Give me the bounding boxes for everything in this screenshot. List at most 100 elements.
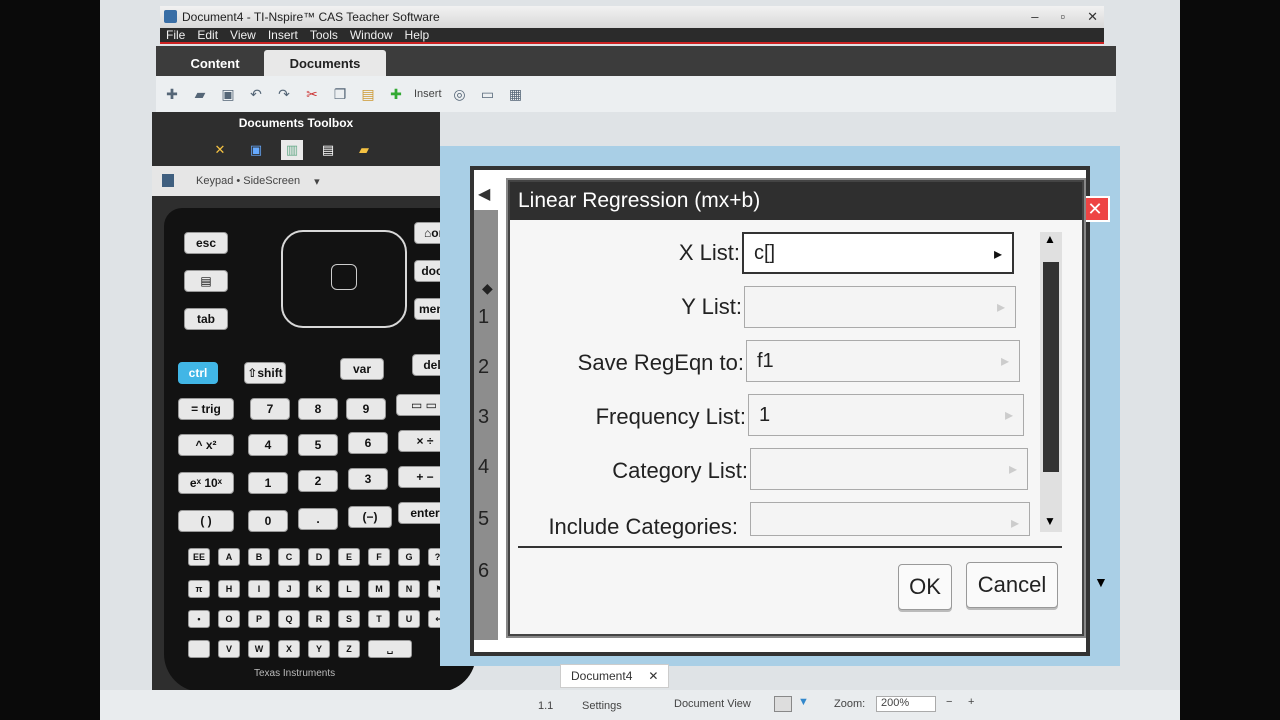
tools-icon[interactable]: ✕ [209, 140, 231, 160]
key-letter-q[interactable]: Q [278, 610, 300, 628]
folder-icon[interactable]: ▰ [353, 140, 375, 160]
cancel-button[interactable]: Cancel [966, 562, 1058, 608]
key-power[interactable]: ^ x² [178, 434, 234, 456]
page-layout-icon[interactable]: ▦ [506, 85, 526, 103]
close-tab-icon[interactable]: ✕ [648, 669, 658, 683]
scroll-down-icon[interactable]: ▼ [1044, 514, 1056, 528]
touchpad[interactable] [281, 230, 407, 328]
x-list-dropdown-icon[interactable]: ▸ [988, 244, 1008, 264]
key-letter-n[interactable]: N [398, 580, 420, 598]
key-6[interactable]: 6 [348, 432, 388, 454]
key-letter-v[interactable]: V [218, 640, 240, 658]
new-document-icon[interactable]: ✚ [162, 85, 182, 103]
book-icon[interactable]: ▤ [317, 140, 339, 160]
menu-window[interactable]: Window [350, 28, 393, 42]
key-trig[interactable]: = trig [178, 398, 234, 420]
key-1[interactable]: 1 [248, 472, 288, 494]
category-list-dropdown-icon[interactable]: ▸ [1003, 459, 1023, 479]
key-letter-d[interactable]: D [308, 548, 330, 566]
frequency-list-dropdown-icon[interactable]: ▸ [999, 405, 1019, 425]
key-var[interactable]: var [340, 358, 384, 380]
key-ctrl[interactable]: ctrl [178, 362, 218, 384]
y-list-dropdown-icon[interactable]: ▸ [991, 297, 1011, 317]
x-list-field[interactable]: c[] ▸ [742, 232, 1014, 274]
key-shift[interactable]: ⇧shift [244, 362, 286, 384]
keypad-dropdown[interactable]: Keypad • SideScreen ▾ [152, 166, 440, 196]
key-esc[interactable]: esc [184, 232, 228, 254]
key-letter-e[interactable]: E [338, 548, 360, 566]
cut-icon[interactable]: ✂ [302, 85, 322, 103]
restore-icon[interactable]: ▫ [1060, 9, 1065, 25]
key-9[interactable]: 9 [346, 398, 386, 420]
screen-capture-icon[interactable]: ◎ [450, 85, 470, 103]
key-symbol[interactable] [188, 640, 210, 658]
document-view-icon[interactable] [774, 696, 792, 712]
key-letter-u[interactable]: U [398, 610, 420, 628]
key-symbol[interactable]: • [188, 610, 210, 628]
key-5[interactable]: 5 [298, 434, 338, 456]
page-scroll-down-icon[interactable]: ▼ [1094, 574, 1108, 590]
key-letter-z[interactable]: Z [338, 640, 360, 658]
key-letter-y[interactable]: Y [308, 640, 330, 658]
save-regeqn-dropdown-icon[interactable]: ▸ [995, 351, 1015, 371]
scroll-up-icon[interactable]: ▲ [1044, 232, 1056, 246]
tab-content[interactable]: Content [170, 50, 260, 76]
dialog-scrollbar[interactable]: ▲ ▼ [1040, 232, 1062, 532]
category-list-field[interactable]: ▸ [750, 448, 1028, 490]
key-2[interactable]: 2 [298, 470, 338, 492]
key-dot[interactable]: . [298, 508, 338, 530]
menu-tools[interactable]: Tools [310, 28, 338, 42]
menu-help[interactable]: Help [405, 28, 430, 42]
key-symbol[interactable]: ␣ [368, 640, 412, 658]
key-letter-o[interactable]: O [218, 610, 240, 628]
key-exp[interactable]: eˣ 10ˣ [178, 472, 234, 494]
key-7[interactable]: 7 [250, 398, 290, 420]
key-letter-c[interactable]: C [278, 548, 300, 566]
menu-file[interactable]: File [166, 28, 185, 42]
save-icon[interactable]: ▣ [218, 85, 238, 103]
insert-icon[interactable]: ✚ [386, 85, 406, 103]
insert-label[interactable]: Insert [414, 88, 442, 100]
key-4[interactable]: 4 [248, 434, 288, 456]
document-tab[interactable]: Document4 ✕ [560, 664, 670, 688]
key-letter-k[interactable]: K [308, 580, 330, 598]
menu-edit[interactable]: Edit [197, 28, 218, 42]
key-letter-a[interactable]: A [218, 548, 240, 566]
include-categories-dropdown-icon[interactable]: ▸ [1005, 513, 1025, 533]
save-regeqn-field[interactable]: f1 ▸ [746, 340, 1020, 382]
handheld-view-icon[interactable]: ▼ [798, 696, 809, 708]
page-back-icon[interactable]: ◀ [478, 184, 490, 204]
key-8[interactable]: 8 [298, 398, 338, 420]
key-letter-i[interactable]: I [248, 580, 270, 598]
minimize-icon[interactable]: – [1031, 9, 1038, 25]
key-symbol[interactable]: π [188, 580, 210, 598]
paste-icon[interactable]: ▤ [358, 85, 378, 103]
key-letter-l[interactable]: L [338, 580, 360, 598]
key-3[interactable]: 3 [348, 468, 388, 490]
scroll-thumb[interactable] [1043, 262, 1059, 472]
zoom-in-icon[interactable]: + [968, 696, 974, 708]
touchpad-center[interactable] [331, 264, 357, 290]
key-letter-h[interactable]: H [218, 580, 240, 598]
key-letter-m[interactable]: M [368, 580, 390, 598]
y-list-field[interactable]: ▸ [744, 286, 1016, 328]
ok-button[interactable]: OK [898, 564, 952, 610]
frequency-list-field[interactable]: 1 ▸ [748, 394, 1024, 436]
close-window-icon[interactable]: ✕ [1087, 9, 1098, 25]
key-scratchpad[interactable]: ▤ [184, 270, 228, 292]
key-negative[interactable]: (−) [348, 506, 392, 528]
copy-icon[interactable]: ❐ [330, 85, 350, 103]
key-parentheses[interactable]: ( ) [178, 510, 234, 532]
zoom-select[interactable]: 200% [876, 696, 936, 712]
camera-icon[interactable]: ▭ [478, 85, 498, 103]
key-letter-x[interactable]: X [278, 640, 300, 658]
key-letter-w[interactable]: W [248, 640, 270, 658]
key-letter-b[interactable]: B [248, 548, 270, 566]
key-tab[interactable]: tab [184, 308, 228, 330]
redo-icon[interactable]: ↷ [274, 85, 294, 103]
key-letter-g[interactable]: G [398, 548, 420, 566]
key-letter-f[interactable]: F [368, 548, 390, 566]
key-letter-j[interactable]: J [278, 580, 300, 598]
zoom-out-icon[interactable]: − [946, 696, 952, 708]
include-categories-field[interactable]: ▸ [750, 502, 1030, 536]
